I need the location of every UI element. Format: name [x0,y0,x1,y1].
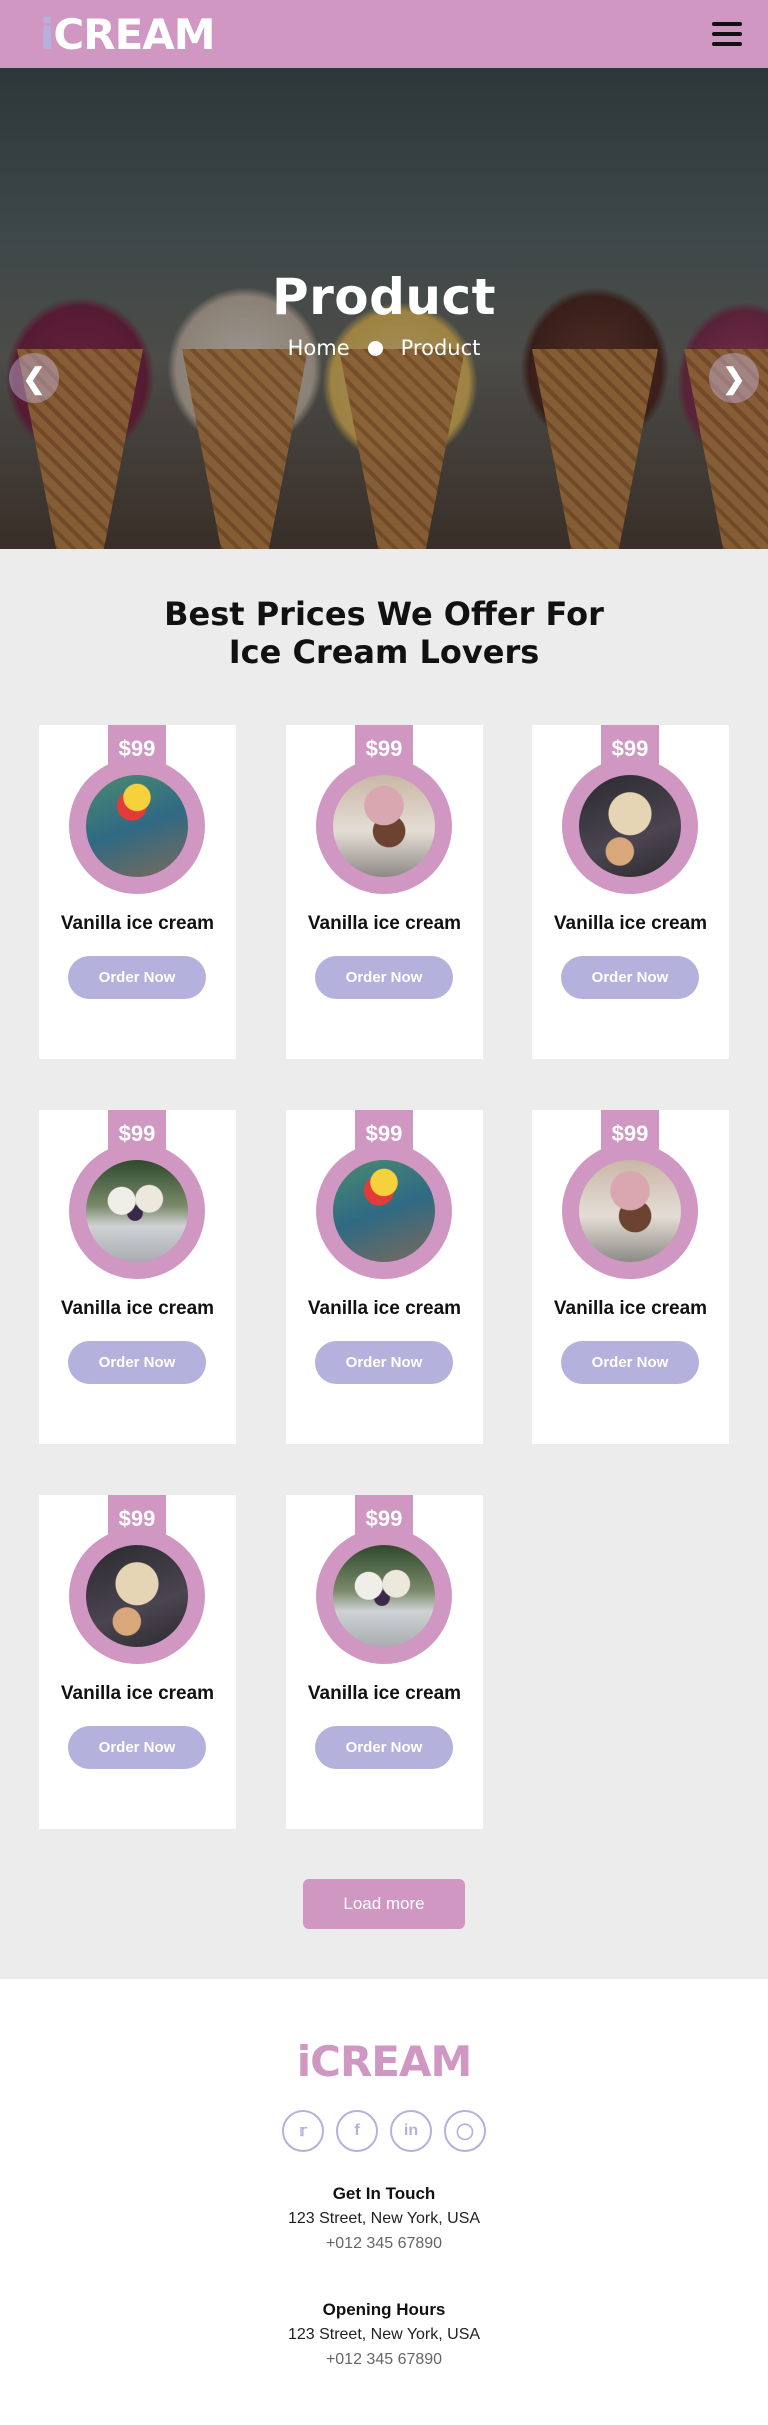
social-links: 𝕣 f in ◯ [0,2110,768,2152]
product-image [333,1545,435,1647]
opening-hours-phone: +012 345 67890 [325,2351,443,2368]
product-name: Vanilla ice cream [60,1683,215,1704]
order-now-button[interactable]: Order Now [68,1341,206,1384]
order-now-button[interactable]: Order Now [68,1726,206,1769]
brand-logo[interactable]: iCREAM [40,9,216,59]
product-image-frame [316,758,452,894]
products-section: Best Prices We Offer For Ice Cream Lover… [0,549,768,1979]
product-card: $99 Vanilla ice cream Order Now [532,725,729,1059]
footer: iCREAM 𝕣 f in ◯ Get In Touch 123 Street,… [0,1979,768,2425]
contact-address: 123 Street, New York, USA [287,2210,481,2227]
price-badge: $99 [601,725,659,773]
price-badge: $99 [355,725,413,773]
product-name: Vanilla ice cream [553,913,708,934]
product-image-frame [316,1528,452,1664]
hero-banner: Product Home Product ❮ ❯ [0,68,768,549]
breadcrumb: Home Product [0,336,768,360]
chevron-left-icon[interactable]: ❮ [9,353,59,403]
price-badge: $99 [108,1495,166,1543]
product-name: Vanilla ice cream [307,1298,462,1319]
product-image-frame [316,1143,452,1279]
facebook-icon[interactable]: f [336,2110,378,2152]
contact-phone: +012 345 67890 [325,2235,443,2252]
product-name: Vanilla ice cream [60,1298,215,1319]
footer-brand-i: i [296,2037,311,2086]
opening-hours-heading: Opening Hours [322,2300,446,2319]
product-card: $99 Vanilla ice cream Order Now [39,1110,236,1444]
product-image-frame [562,1143,698,1279]
chevron-right-icon[interactable]: ❯ [709,353,759,403]
breadcrumb-home-link[interactable]: Home [288,336,350,360]
linkedin-icon[interactable]: in [390,2110,432,2152]
breadcrumb-separator-icon [367,340,383,356]
product-name: Vanilla ice cream [60,913,215,934]
order-now-button[interactable]: Order Now [561,1341,699,1384]
price-badge: $99 [355,1495,413,1543]
footer-brand-text: CREAM [310,2037,472,2086]
product-image-frame [69,1528,205,1664]
product-image [579,775,681,877]
product-card: $99 Vanilla ice cream Order Now [532,1110,729,1444]
menu-icon-bar [712,42,742,46]
price-badge: $99 [108,1110,166,1158]
navbar: iCREAM [0,0,768,68]
section-title: Best Prices We Offer For Ice Cream Lover… [0,595,768,671]
product-card: $99 Vanilla ice cream Order Now [39,725,236,1059]
product-card: $99 Vanilla ice cream Order Now [39,1495,236,1829]
product-image [86,775,188,877]
product-name: Vanilla ice cream [307,1683,462,1704]
product-image [86,1545,188,1647]
product-image-frame [69,758,205,894]
price-badge: $99 [108,725,166,773]
instagram-icon[interactable]: ◯ [444,2110,486,2152]
menu-icon-bar [712,22,742,26]
price-badge: $99 [601,1110,659,1158]
page-title: Product [271,268,497,326]
breadcrumb-current: Product [400,336,481,360]
product-image-frame [562,758,698,894]
order-now-button[interactable]: Order Now [68,956,206,999]
price-badge: $99 [355,1110,413,1158]
opening-hours-address: 123 Street, New York, USA [287,2326,481,2343]
footer-brand-logo[interactable]: iCREAM [0,2037,768,2086]
brand-logo-i: i [40,9,54,59]
order-now-button[interactable]: Order Now [315,956,453,999]
product-card: $99 Vanilla ice cream Order Now [286,1110,483,1444]
product-image [579,1160,681,1262]
product-name: Vanilla ice cream [307,913,462,934]
product-name: Vanilla ice cream [553,1298,708,1319]
order-now-button[interactable]: Order Now [561,956,699,999]
load-more-button[interactable]: Load more [303,1879,465,1929]
menu-icon-bar [712,32,742,36]
section-title-line: Ice Cream Lovers [228,633,540,671]
product-image [333,1160,435,1262]
brand-logo-text: CREAM [53,9,215,59]
order-now-button[interactable]: Order Now [315,1726,453,1769]
menu-icon[interactable] [712,22,742,46]
section-title-line: Best Prices We Offer For [164,595,604,633]
product-image [333,775,435,877]
order-now-button[interactable]: Order Now [315,1341,453,1384]
twitter-icon[interactable]: 𝕣 [282,2110,324,2152]
product-image [86,1160,188,1262]
get-in-touch-heading: Get In Touch [332,2184,436,2203]
product-image-frame [69,1143,205,1279]
product-card: $99 Vanilla ice cream Order Now [286,1495,483,1829]
product-card: $99 Vanilla ice cream Order Now [286,725,483,1059]
